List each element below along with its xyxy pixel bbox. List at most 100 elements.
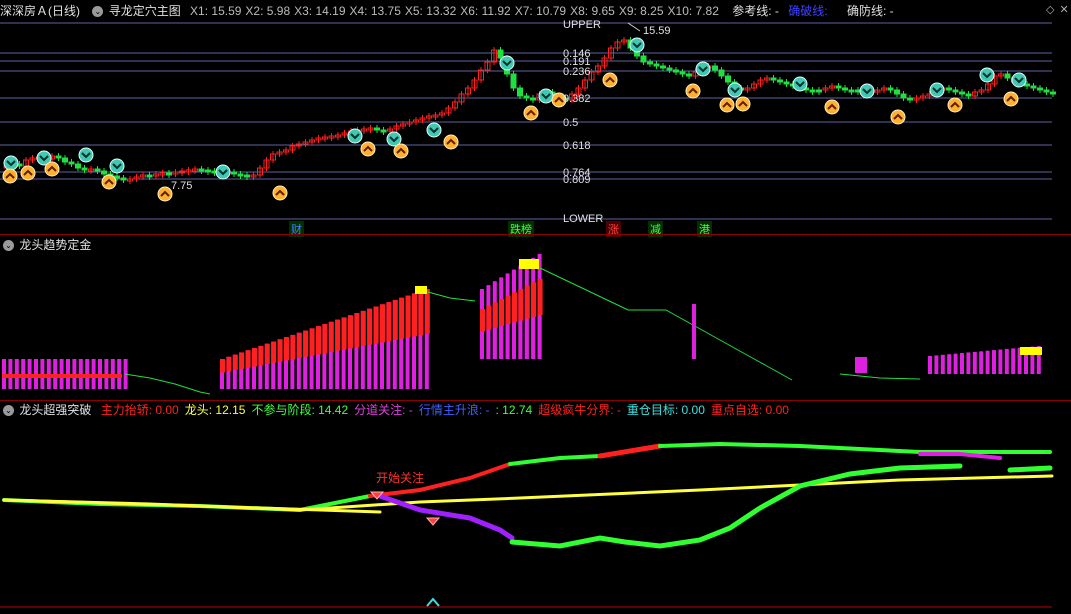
sell-circle (347, 128, 363, 144)
panel3-item-9: 重点自选: 0.00 (710, 403, 789, 417)
panel2-title[interactable]: 龙头趋势定金 (19, 238, 91, 252)
sell-signal-icon (859, 83, 875, 99)
trend-bar-red (399, 297, 405, 339)
buy-signal-icon (719, 97, 735, 113)
trend-bar-red (524, 285, 530, 319)
trend-bar-red (380, 304, 385, 343)
trend-green-stairs (539, 267, 793, 381)
close-icon[interactable]: ✕ (1060, 4, 1069, 16)
x-value-1: X1: 15.59 (190, 4, 242, 18)
candle-body (894, 89, 900, 95)
candle-body (523, 95, 530, 99)
collapse-icon[interactable]: ⌄ (3, 240, 14, 252)
x-values: X1: 15.59 X2: 5.98 X3: 14.19 X4: 13.75 X5: 1… (190, 4, 723, 18)
buy-circle (602, 72, 618, 88)
buy-signal-icon (735, 96, 751, 112)
candle-body (640, 55, 647, 63)
candle-body (770, 77, 777, 81)
trend-bar-red (392, 299, 398, 341)
panel3-item-3: 不参与阶段: 14.42 (251, 403, 349, 417)
panel3-item-5: 行情主升浪: - (418, 403, 490, 417)
buy-circle (443, 134, 459, 150)
candle-body (887, 87, 894, 91)
panel3-item-4: 分道关注: - (354, 403, 413, 417)
candle-body (783, 81, 790, 85)
sell-signal-icon (792, 76, 808, 92)
x-value-7: X7: 10.79 (514, 4, 567, 18)
fib-level-label: 0.236 (563, 66, 591, 78)
trend-green-line (839, 373, 921, 380)
panel3-title[interactable]: 龙头超强突破 (19, 403, 91, 417)
trend-bar (998, 349, 1003, 374)
scroll-arrows[interactable]: ◇ ✕ (1046, 3, 1069, 16)
diamond-icon-2 (425, 517, 441, 526)
trend-bar-red (290, 334, 296, 360)
candle-body (237, 173, 244, 177)
stock-name[interactable]: 深深房Ａ(日线) (0, 4, 80, 18)
buy-circle (1003, 91, 1019, 107)
candle-body (530, 97, 536, 101)
trend-bar-red (220, 359, 225, 373)
sell-signal-icon (538, 88, 554, 104)
candle-body (965, 93, 972, 97)
x-value-6: X6: 11.92 (460, 4, 511, 18)
candle-body (666, 67, 673, 71)
buy-signal-icon (101, 174, 117, 190)
up-arrow-icon[interactable]: ◇ (1046, 4, 1054, 16)
main-indicator-name[interactable]: 寻龙定穴主图 (109, 4, 181, 18)
buy-signal-icon (157, 186, 173, 202)
panel3-item-1: 主力抬轿: 0.00 (100, 403, 179, 417)
buy-signal-icon (523, 105, 539, 121)
buy-circle (824, 99, 840, 115)
buy-signal-icon (443, 134, 459, 150)
main-price-chart[interactable]: UPPERLOWER0.1460.1910.2360.3820.50.6180.… (0, 18, 1071, 233)
trend-bar-red (335, 319, 341, 351)
candle-body (712, 65, 718, 71)
trend-bar-red (354, 313, 360, 348)
trend-panel-chart[interactable] (0, 254, 1071, 400)
sell-circle (629, 37, 645, 53)
buy-signal-icon (947, 97, 963, 113)
trend-bar-red (505, 295, 511, 325)
buy-circle (360, 141, 376, 157)
trend-bar (966, 352, 971, 374)
candle-body (81, 167, 88, 171)
candle-body (517, 87, 523, 97)
x-value-9: X9: 8.25 (618, 4, 664, 18)
x-value-5: X5: 13.32 (404, 4, 457, 18)
trend-bar-red (418, 291, 424, 336)
candle-body (653, 63, 660, 67)
panel3-item-6: : 12.74 (495, 403, 533, 417)
trend-bar-red (373, 306, 379, 344)
buy-circle (393, 143, 409, 159)
sell-circle (538, 88, 554, 104)
fib-level-label: 0.382 (563, 93, 591, 105)
panel3-item-2: 龙头: 12.15 (184, 403, 246, 417)
panel2-header: ⌄ 龙头趋势定金 (0, 236, 97, 254)
collapse-icon[interactable]: ⌄ (92, 6, 104, 18)
trend-yellow (1020, 347, 1042, 355)
candle-body (835, 85, 842, 89)
collapse-icon[interactable]: ⌄ (3, 405, 14, 417)
sell-circle (859, 83, 875, 99)
sell-signal-icon (426, 122, 442, 138)
trend-bar (947, 354, 952, 374)
trend-bar-red (492, 302, 498, 328)
candle-body (777, 79, 783, 83)
candle-body (62, 157, 68, 163)
trend-bar (953, 353, 958, 374)
trend-bar-red (252, 348, 257, 367)
x-value-4: X4: 13.75 (349, 4, 401, 18)
trend-bar (1011, 348, 1016, 374)
candle-body (647, 61, 653, 65)
fib-level-label: 0.618 (563, 140, 591, 152)
candle-body (380, 129, 387, 133)
candle-body (1004, 73, 1011, 79)
trend-bar-red (480, 309, 485, 332)
tail-green-line (1007, 465, 1053, 473)
magenta-line (918, 452, 1002, 460)
breakout-panel-chart[interactable]: 开始关注 (0, 418, 1071, 614)
trend-yellow (415, 286, 427, 294)
candle-body (725, 75, 731, 83)
trend-bar (928, 356, 932, 374)
